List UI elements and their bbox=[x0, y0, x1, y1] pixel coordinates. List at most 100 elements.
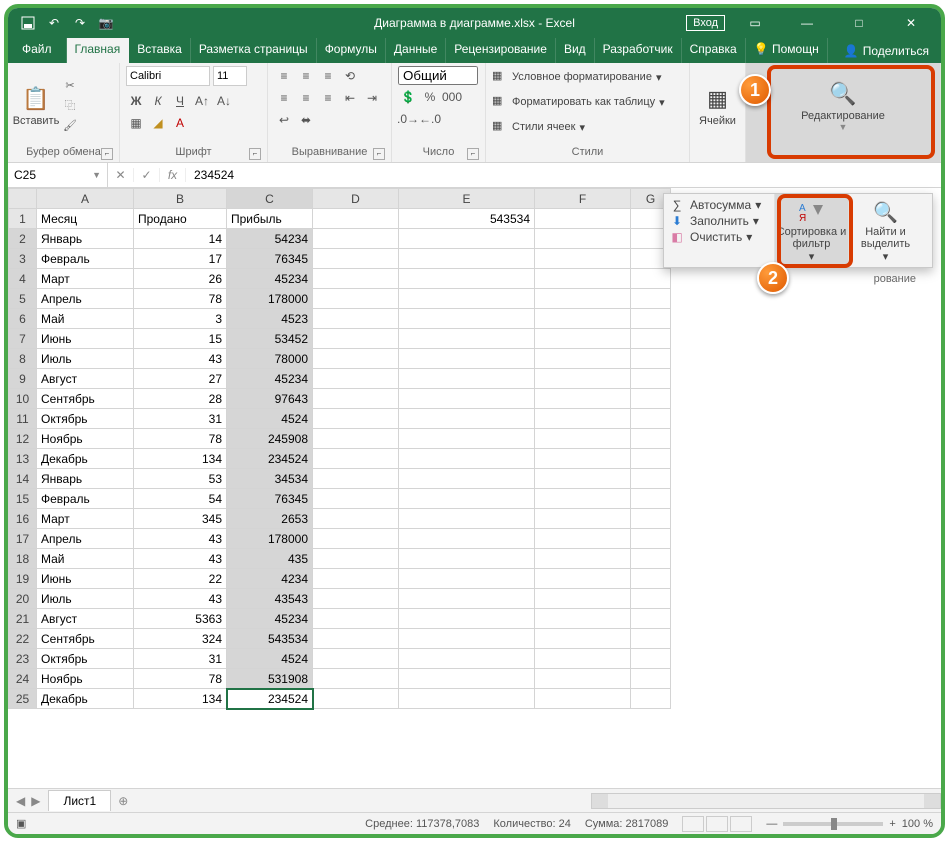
decrease-font-icon[interactable]: A↓ bbox=[214, 91, 234, 111]
cell[interactable] bbox=[399, 569, 535, 589]
cell[interactable]: 43 bbox=[134, 529, 227, 549]
cell[interactable] bbox=[535, 289, 631, 309]
cell[interactable]: 31 bbox=[134, 649, 227, 669]
cell[interactable] bbox=[313, 529, 399, 549]
cell[interactable]: Октябрь bbox=[37, 649, 134, 669]
cell[interactable] bbox=[399, 489, 535, 509]
cell[interactable]: Февраль bbox=[37, 489, 134, 509]
row-header[interactable]: 12 bbox=[9, 429, 37, 449]
col-header-a[interactable]: A bbox=[37, 189, 134, 209]
name-box[interactable]: C25▼ bbox=[8, 163, 108, 187]
cell[interactable] bbox=[313, 549, 399, 569]
cell[interactable]: Октябрь bbox=[37, 409, 134, 429]
view-normal-icon[interactable] bbox=[682, 816, 704, 832]
cell[interactable]: 17 bbox=[134, 249, 227, 269]
editing-group-button[interactable]: 🔍 Редактирование ▼ bbox=[752, 66, 934, 144]
cells-button[interactable]: ▦ Ячейки bbox=[696, 66, 739, 144]
cell[interactable] bbox=[631, 289, 671, 309]
cell[interactable]: Январь bbox=[37, 229, 134, 249]
cell[interactable]: Июль bbox=[37, 589, 134, 609]
align-left-icon[interactable]: ≡ bbox=[274, 88, 294, 108]
cell[interactable]: Май bbox=[37, 309, 134, 329]
comma-icon[interactable]: 000 bbox=[442, 87, 462, 107]
cell[interactable] bbox=[631, 649, 671, 669]
cell[interactable]: Март bbox=[37, 509, 134, 529]
row-header[interactable]: 15 bbox=[9, 489, 37, 509]
row-header[interactable]: 13 bbox=[9, 449, 37, 469]
cell[interactable]: Сентябрь bbox=[37, 629, 134, 649]
number-dialog-icon[interactable]: ⌐ bbox=[467, 148, 479, 160]
cell[interactable] bbox=[535, 269, 631, 289]
cell[interactable] bbox=[313, 209, 399, 229]
cell[interactable] bbox=[313, 409, 399, 429]
font-dialog-icon[interactable]: ⌐ bbox=[249, 148, 261, 160]
cell[interactable] bbox=[399, 249, 535, 269]
cell[interactable] bbox=[313, 589, 399, 609]
save-icon[interactable] bbox=[20, 15, 36, 31]
tab-view[interactable]: Вид bbox=[556, 38, 595, 63]
find-select-button[interactable]: 🔍 Найти и выделить ▾ bbox=[848, 194, 922, 267]
cell[interactable] bbox=[313, 229, 399, 249]
cell[interactable]: Март bbox=[37, 269, 134, 289]
tab-file[interactable]: Файл bbox=[8, 38, 67, 63]
cell[interactable] bbox=[399, 469, 535, 489]
cell[interactable]: Февраль bbox=[37, 249, 134, 269]
cell[interactable] bbox=[535, 409, 631, 429]
cell[interactable] bbox=[399, 369, 535, 389]
align-center-icon[interactable]: ≡ bbox=[296, 88, 316, 108]
row-header[interactable]: 3 bbox=[9, 249, 37, 269]
enter-formula-icon[interactable]: ✓ bbox=[134, 168, 160, 182]
cell[interactable] bbox=[313, 269, 399, 289]
autosum-button[interactable]: ∑Автосумма ▾ bbox=[668, 198, 770, 212]
number-format-select[interactable] bbox=[398, 66, 478, 85]
cell[interactable]: 31 bbox=[134, 409, 227, 429]
cell[interactable]: 234524 bbox=[227, 689, 313, 709]
cell[interactable] bbox=[631, 409, 671, 429]
cell[interactable] bbox=[399, 269, 535, 289]
row-header[interactable]: 16 bbox=[9, 509, 37, 529]
cell[interactable] bbox=[631, 509, 671, 529]
italic-button[interactable]: К bbox=[148, 91, 168, 111]
cell[interactable] bbox=[399, 349, 535, 369]
cell[interactable] bbox=[535, 309, 631, 329]
cell[interactable]: Июль bbox=[37, 349, 134, 369]
cell[interactable]: 245908 bbox=[227, 429, 313, 449]
cell[interactable]: 435 bbox=[227, 549, 313, 569]
cell[interactable]: Ноябрь bbox=[37, 429, 134, 449]
cell[interactable] bbox=[313, 309, 399, 329]
cell[interactable] bbox=[399, 549, 535, 569]
cell[interactable] bbox=[399, 589, 535, 609]
cell[interactable]: 26 bbox=[134, 269, 227, 289]
cell[interactable] bbox=[399, 449, 535, 469]
cell[interactable]: Июнь bbox=[37, 569, 134, 589]
view-pagebreak-icon[interactable] bbox=[730, 816, 752, 832]
cell[interactable] bbox=[313, 249, 399, 269]
cell[interactable]: Апрель bbox=[37, 289, 134, 309]
cell[interactable] bbox=[631, 609, 671, 629]
spreadsheet-grid[interactable]: A B C D E F G 1МесяцПроданоПрибыль543534… bbox=[8, 188, 671, 709]
tab-layout[interactable]: Разметка страницы bbox=[191, 38, 317, 63]
ribbon-display-icon[interactable]: ▭ bbox=[733, 8, 777, 38]
share-button[interactable]: 👤 Поделиться bbox=[832, 38, 941, 63]
tab-home[interactable]: Главная bbox=[67, 38, 130, 63]
row-header[interactable]: 1 bbox=[9, 209, 37, 229]
maximize-icon[interactable]: □ bbox=[837, 8, 881, 38]
cell[interactable]: 234524 bbox=[227, 449, 313, 469]
sheet-nav-prev-icon[interactable]: ◀ bbox=[16, 794, 25, 808]
row-header[interactable]: 25 bbox=[9, 689, 37, 709]
cell[interactable]: 78 bbox=[134, 429, 227, 449]
cell[interactable] bbox=[535, 369, 631, 389]
row-header[interactable]: 10 bbox=[9, 389, 37, 409]
cell[interactable]: 134 bbox=[134, 689, 227, 709]
close-icon[interactable]: ✕ bbox=[889, 8, 933, 38]
cell[interactable]: 78 bbox=[134, 289, 227, 309]
cell[interactable] bbox=[399, 629, 535, 649]
view-layout-icon[interactable] bbox=[706, 816, 728, 832]
cell[interactable] bbox=[535, 549, 631, 569]
cell[interactable]: 97643 bbox=[227, 389, 313, 409]
increase-font-icon[interactable]: A↑ bbox=[192, 91, 212, 111]
cell[interactable] bbox=[535, 669, 631, 689]
bold-button[interactable]: Ж bbox=[126, 91, 146, 111]
font-size-select[interactable] bbox=[213, 66, 247, 86]
cell[interactable] bbox=[631, 389, 671, 409]
